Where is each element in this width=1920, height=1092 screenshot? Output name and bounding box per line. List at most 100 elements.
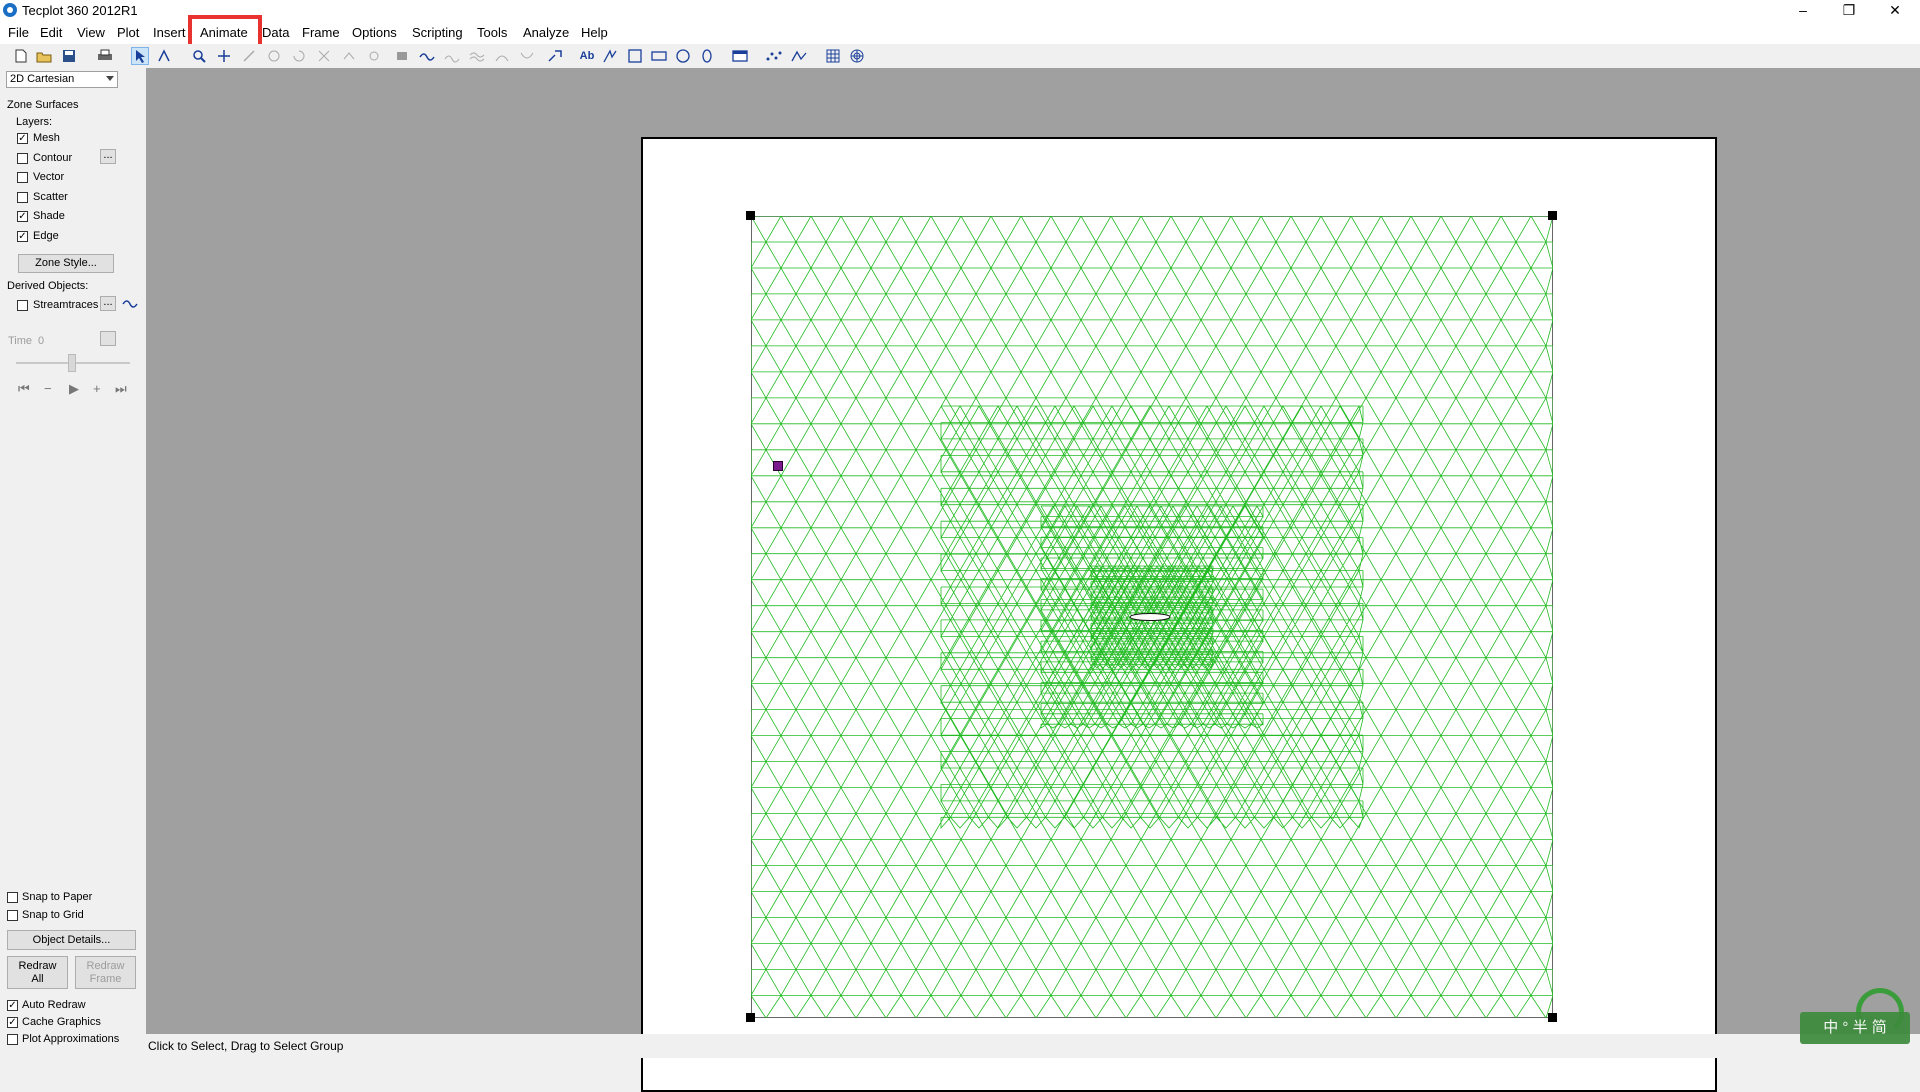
contour-checkbox[interactable]	[17, 153, 28, 164]
streamtraces-details-button[interactable]: ...	[100, 296, 116, 311]
add-polyline-icon[interactable]	[601, 47, 619, 65]
menu-insert[interactable]: Insert	[153, 25, 186, 40]
add-square-icon[interactable]	[626, 47, 644, 65]
time-value: 0	[38, 335, 45, 347]
menu-help[interactable]: Help	[581, 25, 608, 40]
menu-frame[interactable]: Frame	[302, 25, 340, 40]
zone-surfaces-label: Zone Surfaces	[7, 99, 79, 111]
vector-checkbox[interactable]	[17, 172, 28, 183]
twist-icon	[365, 47, 383, 65]
close-icon[interactable]: ✕	[1872, 0, 1918, 22]
menu-scripting[interactable]: Scripting	[412, 25, 463, 40]
vector-label: Vector	[33, 171, 65, 183]
streamtraces-label: Streamtraces	[33, 299, 99, 311]
menu-file[interactable]: File	[8, 25, 29, 40]
shade-label: Shade	[33, 210, 65, 222]
shade-checkbox[interactable]: ✓	[17, 211, 28, 222]
menu-data[interactable]: Data	[262, 25, 289, 40]
status-bar: Click to Select, Drag to Select Group	[146, 1034, 1920, 1058]
plot-type-value: 2D Cartesian	[10, 73, 75, 85]
mesh-plot[interactable]	[751, 216, 1553, 1018]
print-icon[interactable]	[96, 47, 114, 65]
derived-objects-label: Derived Objects:	[7, 280, 89, 292]
select-arrow-icon[interactable]	[131, 47, 149, 65]
step-forward-icon: +	[93, 381, 101, 396]
menu-analyze[interactable]: Analyze	[523, 25, 569, 40]
rotate-2-icon	[290, 47, 308, 65]
translate-icon[interactable]	[215, 47, 233, 65]
slice-icon	[393, 47, 411, 65]
edge-label: Edge	[33, 230, 59, 242]
auto-redraw-checkbox[interactable]: ✓	[7, 1000, 18, 1011]
redraw-all-button[interactable]: Redraw All	[7, 956, 68, 989]
edge-checkbox[interactable]: ✓	[17, 231, 28, 242]
contour-remove-icon	[518, 47, 536, 65]
auto-redraw-label: Auto Redraw	[22, 999, 86, 1011]
scatter-checkbox[interactable]	[17, 192, 28, 203]
extract-points-icon[interactable]	[765, 47, 783, 65]
plot-type-dropdown[interactable]: 2D Cartesian	[6, 71, 118, 88]
contour-details-button[interactable]: ...	[100, 149, 116, 164]
open-folder-icon[interactable]	[35, 47, 53, 65]
snap-to-paper-label: Snap to Paper	[22, 891, 93, 903]
plot-approximations-checkbox[interactable]	[7, 1034, 18, 1045]
menu-tools[interactable]: Tools	[477, 25, 507, 40]
selection-handle-bl[interactable]	[746, 1013, 755, 1022]
menu-options[interactable]: Options	[352, 25, 397, 40]
add-rectangle-icon[interactable]	[650, 47, 668, 65]
time-label: Time	[8, 335, 33, 347]
mesh-label: Mesh	[33, 132, 60, 144]
menu-plot[interactable]: Plot	[117, 25, 139, 40]
add-ellipse-icon[interactable]	[698, 47, 716, 65]
scatter-label: Scatter	[33, 191, 68, 203]
tecplot-app-icon	[3, 3, 17, 17]
rotate-icon	[265, 47, 283, 65]
zone-grid-icon[interactable]	[824, 47, 842, 65]
extract-polyline-icon[interactable]	[790, 47, 808, 65]
cache-graphics-checkbox[interactable]: ✓	[7, 1017, 18, 1028]
streamtrace-placement-icon[interactable]	[121, 294, 139, 312]
snap-to-grid-label: Snap to Grid	[22, 909, 84, 921]
snap-to-paper-checkbox[interactable]	[7, 892, 18, 903]
add-frame-icon[interactable]	[731, 47, 749, 65]
object-details-button[interactable]: Object Details...	[7, 930, 136, 950]
new-file-icon[interactable]	[12, 47, 30, 65]
selection-handle-br[interactable]	[1548, 1013, 1557, 1022]
ime-indicator[interactable]: 中 ° 半 简	[1800, 1012, 1910, 1044]
zoom-icon[interactable]	[190, 47, 208, 65]
airfoil-shape	[1129, 613, 1171, 621]
redraw-frame-button: Redraw Frame	[75, 956, 136, 989]
redraw-all-line1: Redraw	[18, 960, 57, 972]
stream-rake-icon	[443, 47, 461, 65]
frame-anchor-marker[interactable]	[773, 461, 783, 471]
time-slider-thumb	[68, 354, 76, 372]
add-text-icon[interactable]: Ab	[578, 47, 596, 65]
menu-edit[interactable]: Edit	[40, 25, 62, 40]
selection-handle-tl[interactable]	[746, 211, 755, 220]
menu-view[interactable]: View	[77, 25, 105, 40]
restore-icon[interactable]: ❐	[1826, 0, 1872, 22]
cache-graphics-label: Cache Graphics	[22, 1016, 101, 1028]
adjustor-icon[interactable]	[155, 47, 173, 65]
zone-style-button[interactable]: Zone Style...	[18, 254, 114, 273]
play-icon: ▶	[69, 381, 79, 396]
contour-label: Contour	[33, 152, 73, 164]
snap-to-grid-checkbox[interactable]	[7, 910, 18, 921]
add-circle-icon[interactable]	[674, 47, 692, 65]
polar-grid-icon[interactable]	[848, 47, 866, 65]
chevron-down-icon	[106, 76, 114, 81]
contour-add-icon	[493, 47, 511, 65]
mesh-checkbox[interactable]: ✓	[17, 133, 28, 144]
selection-handle-tr[interactable]	[1548, 211, 1557, 220]
minimize-icon[interactable]: –	[1780, 0, 1826, 22]
probe-data-icon[interactable]	[546, 47, 564, 65]
streamtraces-checkbox[interactable]	[17, 300, 28, 311]
streamtrace-icon[interactable]	[418, 47, 436, 65]
save-icon[interactable]	[60, 47, 78, 65]
workspace[interactable]	[146, 68, 1920, 1092]
spin-icon	[315, 47, 333, 65]
probe-icon	[240, 47, 258, 65]
redraw-frame-line2: Frame	[89, 973, 122, 985]
redraw-all-line2: All	[31, 973, 44, 985]
sidebar: 2D Cartesian Zone Surfaces Layers: ✓ Mes…	[0, 68, 146, 1045]
